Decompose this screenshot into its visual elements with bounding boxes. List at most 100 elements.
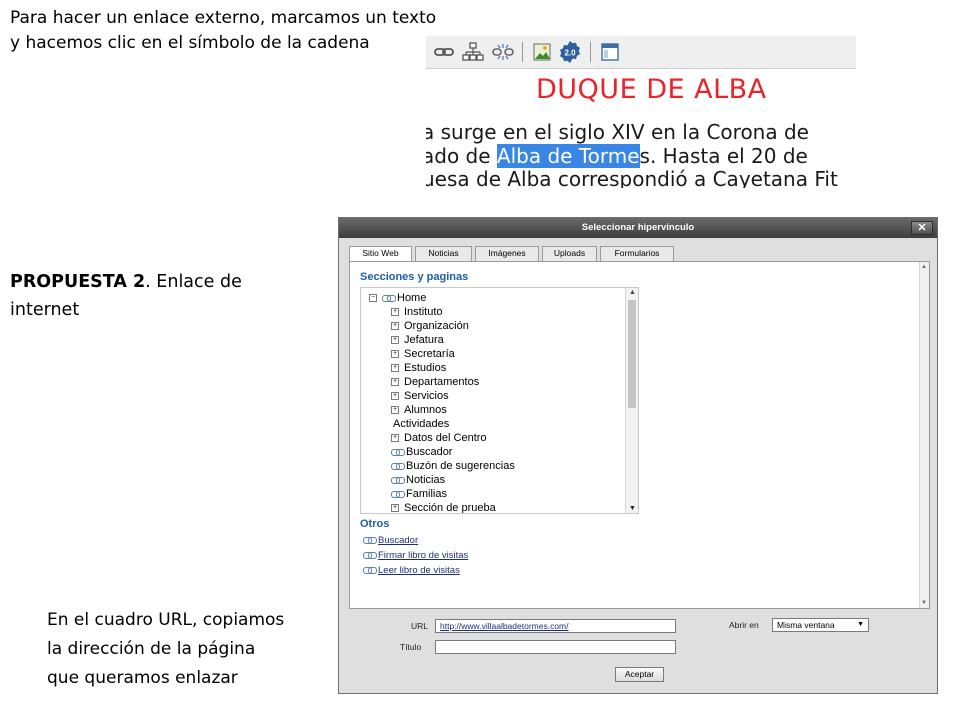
- tree-node[interactable]: Buscador: [391, 445, 452, 459]
- otros-link-label[interactable]: Firmar libro de visitas: [378, 550, 468, 561]
- hyperlink-dialog: Seleccionar hipervínculo ✕ Sitio Web Not…: [338, 217, 938, 694]
- tree-scroll-thumb[interactable]: [628, 300, 636, 408]
- link-icon: [391, 476, 405, 484]
- collapse-icon[interactable]: −: [369, 294, 377, 302]
- document-text-line: ado de Alba de Tormes. Hasta el 20 de: [426, 144, 808, 168]
- tree-node[interactable]: + Jefatura: [391, 333, 444, 347]
- tab-noticias[interactable]: Noticias: [415, 246, 472, 261]
- tree-node-label: Alumnos: [404, 404, 447, 416]
- unlink-icon[interactable]: [492, 42, 514, 62]
- tree-node-label: Departamentos: [404, 376, 480, 388]
- tree-node-label: Noticias: [406, 474, 446, 486]
- link-icon: [363, 567, 377, 574]
- link-icon: [391, 490, 405, 498]
- pages-tree[interactable]: − Home + Instituto + Organización + Jefatura + Se…: [360, 287, 639, 514]
- tree-node-label: Organización: [404, 320, 469, 332]
- expand-icon[interactable]: +: [391, 350, 399, 358]
- expand-icon[interactable]: +: [391, 504, 399, 512]
- text-after-selection: s. Hasta el 20 de: [639, 144, 808, 168]
- link-icon[interactable]: [434, 42, 454, 62]
- close-button[interactable]: ✕: [911, 221, 933, 235]
- proposal-bold-label: PROPUESTA 2: [10, 272, 146, 292]
- tree-node[interactable]: + Servicios: [391, 389, 449, 403]
- title-input[interactable]: [435, 640, 676, 654]
- expand-icon[interactable]: +: [391, 308, 399, 316]
- link-icon: [391, 462, 405, 470]
- otros-link[interactable]: Leer libro de visitas: [363, 564, 460, 577]
- expand-icon[interactable]: +: [391, 322, 399, 330]
- web20-badge-text: 2.0: [564, 49, 576, 58]
- tree-node[interactable]: + Alumnos: [391, 403, 447, 417]
- tab-formularios[interactable]: Formularios: [600, 246, 674, 261]
- tree-node-label: Instituto: [404, 306, 443, 318]
- tree-node[interactable]: + Departamentos: [391, 375, 479, 389]
- tree-node[interactable]: + Instituto: [391, 305, 443, 319]
- tree-node[interactable]: + Sección de prueba: [391, 501, 496, 513]
- panel-scrollbar[interactable]: ▲ ▼: [919, 262, 929, 608]
- template-icon[interactable]: [600, 42, 620, 62]
- tree-node[interactable]: + Estudios: [391, 361, 446, 375]
- tree-scrollbar[interactable]: ▲ ▼: [625, 288, 638, 513]
- scroll-up-arrow-icon[interactable]: ▲: [921, 264, 927, 270]
- title-label: Título: [400, 642, 422, 652]
- expand-icon[interactable]: +: [391, 336, 399, 344]
- tree-node-label: Datos del Centro: [404, 432, 487, 444]
- tree-node[interactable]: − Home: [369, 291, 426, 305]
- otros-link-label[interactable]: Leer libro de visitas: [378, 565, 460, 576]
- otros-title: Otros: [360, 518, 390, 530]
- web20-badge-icon[interactable]: 2.0: [558, 40, 582, 64]
- url-instruction-line-2: la dirección de la página: [47, 639, 256, 659]
- expand-icon[interactable]: +: [391, 364, 399, 372]
- tree-node-label: Home: [397, 292, 427, 304]
- tree-node[interactable]: + Secretaría: [391, 347, 455, 361]
- tab-imagenes[interactable]: Imágenes: [475, 246, 539, 261]
- image-icon[interactable]: [532, 42, 552, 62]
- sitemap-icon[interactable]: [462, 42, 484, 62]
- tab-sitio-web[interactable]: Sitio Web: [349, 246, 412, 262]
- dropdown-arrow-icon: ▼: [857, 621, 864, 628]
- open-in-label: Abrir en: [729, 620, 759, 630]
- tree-node[interactable]: Noticias: [391, 473, 445, 487]
- accept-button[interactable]: Aceptar: [615, 667, 664, 682]
- tree-node[interactable]: Familias: [391, 487, 447, 501]
- tree-node[interactable]: + Datos del Centro: [391, 431, 487, 445]
- scroll-down-arrow-icon[interactable]: ▼: [921, 600, 927, 606]
- url-label: URL: [411, 621, 429, 631]
- url-instruction-caption: En el cuadro URL, copiamos la dirección …: [47, 606, 332, 693]
- document-heading: DUQUE DE ALBA: [536, 74, 767, 105]
- link-icon: [363, 552, 377, 559]
- tree-node[interactable]: Buzón de sugerencias: [391, 459, 515, 473]
- expand-icon[interactable]: +: [391, 378, 399, 386]
- tree-node-label: Buzón de sugerencias: [406, 460, 515, 472]
- expand-icon[interactable]: +: [391, 406, 399, 414]
- sections-title: Secciones y paginas: [360, 271, 469, 283]
- selected-text[interactable]: Alba de Torme: [496, 144, 640, 168]
- tree-node-label: Servicios: [404, 390, 449, 402]
- toolbar-separator: [590, 42, 591, 62]
- text-before-selection: ado de: [426, 144, 497, 168]
- scroll-down-arrow-icon[interactable]: ▼: [629, 505, 636, 512]
- otros-link[interactable]: Firmar libro de visitas: [363, 549, 468, 562]
- editor-toolbar: 2.0: [426, 36, 856, 69]
- url-input[interactable]: http://www.villaalbadetormes.com/: [435, 619, 676, 633]
- tree-node[interactable]: + Organización: [391, 319, 469, 333]
- document-text-line: uesa de Alba correspondió a Cayetana Fit: [426, 167, 838, 188]
- tree-node-label: Actividades: [393, 418, 450, 430]
- tab-panel-sitio-web: Secciones y paginas − Home + Instituto + Orga…: [349, 261, 930, 609]
- tree-node[interactable]: Actividades: [393, 417, 449, 431]
- scroll-up-arrow-icon[interactable]: ▲: [629, 289, 636, 296]
- link-icon: [391, 448, 405, 456]
- toolbar-separator: [522, 42, 523, 62]
- instruction-line-1: Para hacer un enlace externo, marcamos u…: [10, 8, 437, 28]
- expand-icon[interactable]: +: [391, 434, 399, 442]
- link-icon: [363, 537, 377, 544]
- open-in-value: Misma ventana: [777, 620, 835, 630]
- otros-link[interactable]: Buscador: [363, 534, 418, 547]
- tree-node-label: Familias: [406, 488, 447, 500]
- expand-icon[interactable]: +: [391, 392, 399, 400]
- open-in-select[interactable]: Misma ventana ▼: [772, 618, 869, 632]
- tree-node-label: Secretaría: [404, 348, 455, 360]
- tree-node-label: Buscador: [406, 446, 453, 458]
- otros-link-label[interactable]: Buscador: [378, 535, 418, 546]
- tab-uploads[interactable]: Uploads: [542, 246, 597, 261]
